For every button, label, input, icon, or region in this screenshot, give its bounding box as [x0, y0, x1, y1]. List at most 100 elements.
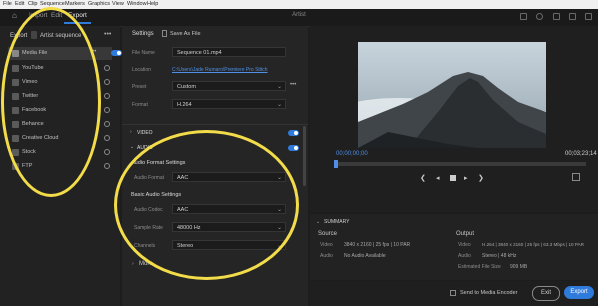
youtube-icon	[12, 65, 19, 72]
menu-sequence[interactable]: Sequence	[40, 1, 65, 7]
previous-frame-icon[interactable]: ◂	[436, 174, 440, 182]
file-name-label: File Name	[132, 50, 155, 56]
menu-clip[interactable]: Clip	[28, 1, 37, 7]
destination-ftp[interactable]: FTP	[8, 160, 112, 173]
playhead[interactable]	[334, 160, 338, 168]
youtube-toggle[interactable]	[104, 65, 110, 71]
timeline-scrubber[interactable]	[336, 162, 586, 166]
more-button[interactable]: More	[139, 261, 153, 267]
twitter-toggle[interactable]	[104, 93, 110, 99]
video-toggle[interactable]	[288, 130, 299, 136]
location-label: Location	[132, 67, 151, 73]
scrollbar[interactable]	[303, 126, 306, 186]
destination-label: FTP	[22, 163, 33, 169]
destination-youtube[interactable]: YouTube	[8, 62, 112, 75]
menu-graphics[interactable]: Graphics	[88, 1, 110, 7]
send-to-media-encoder-label[interactable]: Send to Media Encoder	[460, 290, 517, 296]
account-icon[interactable]	[585, 13, 592, 20]
destination-behance[interactable]: Behance	[8, 118, 112, 131]
exit-button[interactable]: Exit	[532, 286, 560, 301]
destination-label: Media File	[22, 50, 48, 56]
estimated-size-label: Estimated File Size	[458, 264, 501, 270]
stock-toggle[interactable]	[104, 149, 110, 155]
creative-cloud-toggle[interactable]	[104, 135, 110, 141]
chevron-down-icon[interactable]: ⌄	[130, 144, 134, 150]
step-forward-icon[interactable]: ❯	[478, 174, 484, 182]
menu-view[interactable]: View	[112, 1, 124, 7]
chevron-down-icon: ⌄	[276, 243, 282, 249]
settings-panel: Settings Save As File File Name Sequence…	[122, 26, 308, 306]
vimeo-icon	[12, 79, 19, 86]
chevron-down-icon: ⌄	[276, 175, 282, 181]
audio-section-title[interactable]: AUDIO	[137, 145, 153, 151]
destination-label: Vimeo	[22, 79, 38, 85]
source-video-label: Video	[320, 242, 333, 248]
media-file-toggle[interactable]	[111, 50, 122, 56]
preview-panel: 00;00;00;00 00;03;23;14 ❮ ◂ ▸ ❯	[310, 26, 598, 212]
audio-format-settings-heading: Audio Format Settings	[131, 160, 186, 166]
help-icon[interactable]	[569, 13, 576, 20]
behance-icon	[12, 121, 19, 128]
stock-icon	[12, 149, 19, 156]
progress-icon[interactable]	[536, 13, 543, 20]
ftp-toggle[interactable]	[104, 163, 110, 169]
location-link[interactable]: C:\Users\Jade Rumaro\Premiere Pro Stitch	[172, 67, 268, 73]
chevron-down-icon: ⌄	[276, 225, 282, 231]
chevron-down-icon[interactable]: ⌄	[316, 219, 320, 225]
twitter-icon	[12, 93, 19, 100]
workspace-header: ⌂ Import Edit Export Artist	[0, 9, 598, 27]
destination-label: Behance	[22, 121, 44, 127]
vimeo-toggle[interactable]	[104, 79, 110, 85]
checkbox[interactable]	[450, 290, 456, 296]
facebook-toggle[interactable]	[104, 107, 110, 113]
audio-toggle[interactable]	[288, 145, 299, 151]
source-audio-label: Audio	[320, 253, 333, 259]
save-as-file-label[interactable]: Save As File	[170, 31, 201, 37]
destination-twitter[interactable]: Twitter	[8, 90, 112, 103]
file-name-input[interactable]: Sequence 01.mp4	[172, 47, 286, 57]
export-button[interactable]: Export	[564, 286, 594, 299]
destination-label: Stock	[22, 149, 36, 155]
destination-creative-cloud[interactable]: Creative Cloud	[8, 132, 112, 145]
behance-toggle[interactable]	[104, 121, 110, 127]
destination-vimeo[interactable]: Vimeo	[8, 76, 112, 89]
timecode-start[interactable]: 00;00;00;00	[336, 151, 368, 157]
fit-to-frame-icon[interactable]	[572, 173, 580, 181]
chevron-right-icon[interactable]: ›	[130, 129, 132, 135]
audio-format-value: AAC	[177, 175, 189, 181]
destination-stock[interactable]: Stock	[8, 146, 112, 159]
source-heading: Source	[318, 231, 338, 237]
menu-help[interactable]: Help	[147, 1, 158, 7]
menu-edit[interactable]: Edit	[15, 1, 24, 7]
more-icon[interactable]: •••	[90, 49, 96, 55]
chevron-down-icon: ⌄	[276, 102, 282, 108]
sample-rate-dropdown[interactable]: 48000 Hz ⌄	[172, 222, 286, 232]
menu-window[interactable]: Window	[127, 1, 147, 7]
step-back-icon[interactable]: ❮	[420, 174, 426, 182]
audio-format-dropdown[interactable]: AAC ⌄	[172, 172, 286, 182]
stop-icon[interactable]	[450, 175, 456, 181]
summary-panel: ⌄ SUMMARY Source Output Video 3840 x 216…	[310, 214, 598, 280]
format-dropdown[interactable]: H.264 ⌄	[172, 99, 286, 109]
video-section-title[interactable]: VIDEO	[137, 130, 153, 136]
project-title: Artist	[292, 12, 306, 18]
export-label: Export	[10, 33, 28, 39]
quick-export-icon[interactable]	[520, 13, 527, 20]
menu-file[interactable]: File	[3, 1, 12, 7]
destination-media-file[interactable]: Media File •••	[8, 47, 122, 60]
next-frame-icon[interactable]: ▸	[464, 174, 468, 182]
audio-format-label: Audio Format	[134, 175, 165, 181]
more-options-icon[interactable]: •••	[104, 31, 111, 38]
more-icon[interactable]: •••	[290, 82, 296, 88]
preset-dropdown[interactable]: Custom ⌄	[172, 81, 286, 91]
audio-codec-value: AAC	[177, 207, 189, 213]
menu-bar: File Edit Clip Sequence Markers Graphics…	[0, 0, 598, 9]
audio-codec-dropdown[interactable]: AAC ⌄	[172, 204, 286, 214]
channels-dropdown[interactable]: Stereo ⌄	[172, 240, 286, 250]
output-video-value: H.264 | 3840 x 2160 | 25 fps | 63.3 Mbps…	[482, 242, 584, 247]
menu-markers[interactable]: Markers	[65, 1, 85, 7]
destination-facebook[interactable]: Facebook	[8, 104, 112, 117]
facebook-icon	[12, 107, 19, 114]
fullscreen-icon[interactable]	[553, 13, 560, 20]
summary-title: SUMMARY	[324, 219, 350, 225]
